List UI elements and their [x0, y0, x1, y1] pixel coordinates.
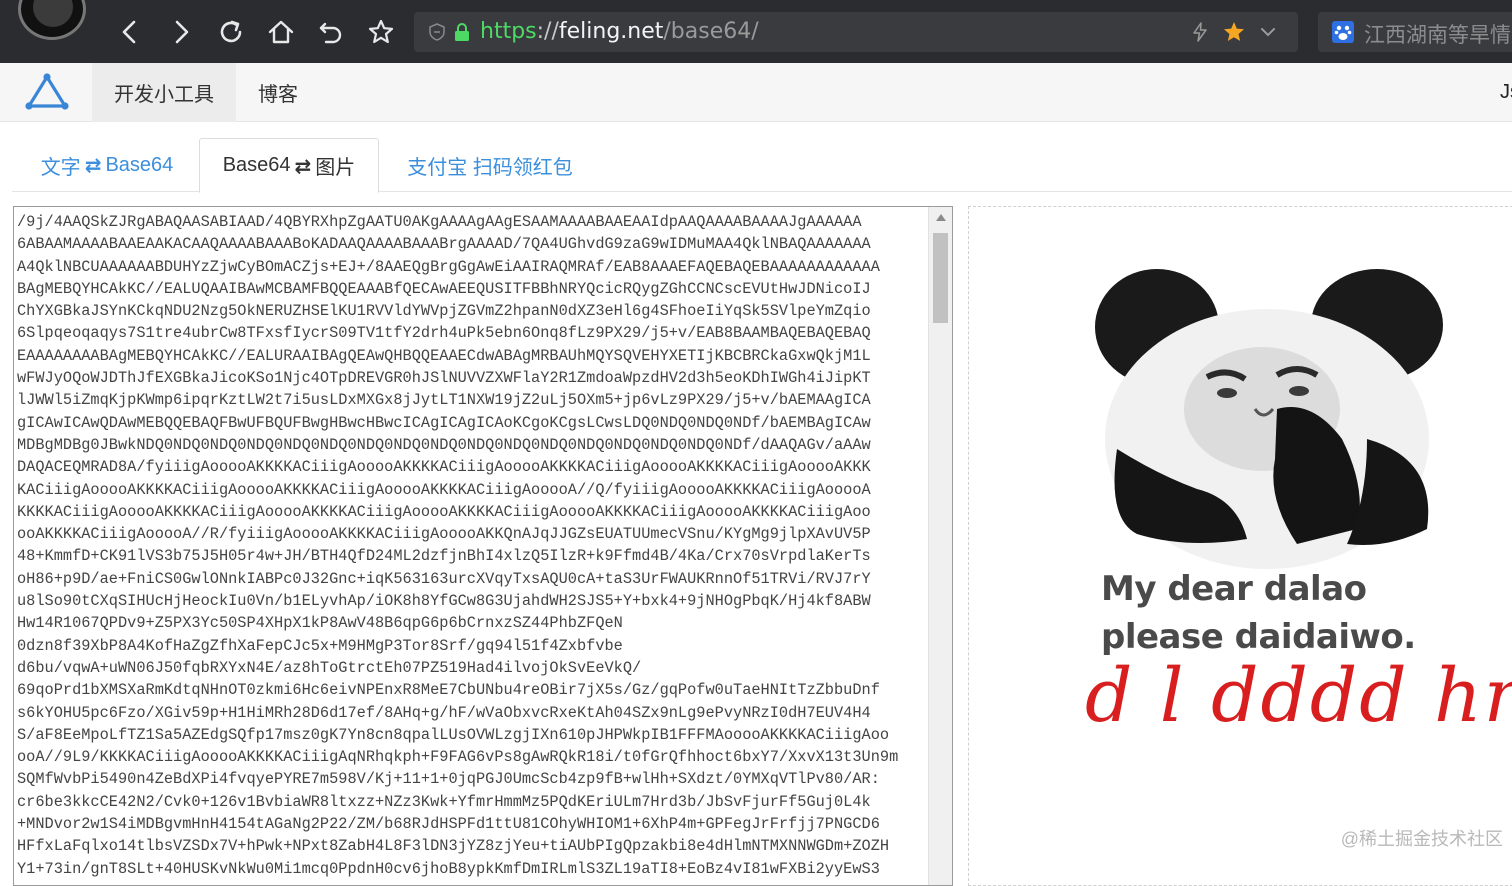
back-button[interactable] — [110, 12, 150, 52]
base64-line: gICAwICAwQDAwMEBQQEBAQFBwUFBQUFBwgHBwcHB… — [17, 413, 871, 432]
tab-label-2: Base64 — [105, 153, 174, 176]
tab-base64-to-image[interactable]: Base64 ⇄ 图片 — [199, 138, 379, 193]
meme-handwriting: d l dddd hm — [1085, 653, 1512, 739]
base64-line: 6ABAAMAAAABAAEAAKACAAQAAAABAAABoKADAAQAA… — [17, 235, 871, 254]
lightning-icon[interactable] — [1190, 22, 1210, 42]
image-preview: My dear dalao please daidaiwo. d l dddd … — [968, 206, 1512, 886]
browser-toolbar: https://feling.net/base64/ 江西湖南等旱情加 — [0, 0, 1512, 63]
baidu-paw-icon — [1332, 21, 1354, 43]
tab-alipay-red-packet[interactable]: 支付宝 扫码领红包 — [392, 138, 588, 192]
menu-blog[interactable]: 博客 — [236, 63, 320, 122]
back-arrow-icon — [122, 20, 136, 44]
site-logo-icon[interactable] — [24, 72, 70, 112]
base64-line: +MNDvor2w1S4iMDBgvmHnH4154tAGaNg2P22/ZM/… — [17, 815, 880, 834]
base64-line: /9j/4AAQSkZJRgABAQAASABIAAD/4QBYRXhpZgAA… — [17, 213, 862, 231]
url-path: /base64/ — [663, 19, 759, 44]
lock-icon[interactable] — [452, 22, 472, 42]
site-header: 开发小工具 博客 Js — [0, 63, 1512, 122]
base64-line: ooA//9L9/KKKKACiiigAooooAKKKKACiiigAqNRh… — [17, 748, 899, 767]
base64-line: SQMfWvbPi5490n4ZeBdXPi4fvqyePYRE7m598V/K… — [17, 770, 880, 789]
url-text[interactable]: https://feling.net/base64/ — [480, 19, 759, 45]
base64-line: MDBgMDBg0JBwkNDQ0NDQ0NDQ0NDQ0NDQ0NDQ0NDQ… — [17, 435, 871, 454]
scrollbar-thumb[interactable] — [933, 233, 948, 323]
base64-line: DAQACEQMRAD8A/fyiiigAooooAKKKKACiiigAooo… — [17, 458, 871, 477]
scroll-up-arrow-icon[interactable] — [936, 214, 946, 221]
home-button[interactable] — [261, 12, 301, 52]
base64-line: ChYXGBkaJSYnKCkqNDU2Nzg5OkNERUZHSElKU1RV… — [17, 302, 871, 321]
base64-line: Hw14R1067QPDv9+Z5PX3Yc50SP4XHpX1kP8AwV48… — [17, 614, 623, 633]
profile-avatar[interactable] — [18, 0, 86, 40]
juejin-watermark: @稀土掘金技术社区 — [1340, 829, 1503, 849]
tab-label: 支付宝 扫码领红包 — [407, 156, 573, 179]
menu-right-item[interactable]: Js — [1500, 81, 1512, 104]
base64-text-content[interactable]: /9j/4AAQSkZJRgABAQAASABIAAD/4QBYRXhpZgAA… — [17, 211, 925, 880]
textarea-scrollbar[interactable] — [928, 207, 952, 885]
base64-line: A4QklNBCUAAAAAABDUHYzZjwCyBOmACZjs+EJ+/8… — [17, 257, 880, 276]
base64-line: 48+KmmfD+CK91lVS3b75J5H05r4w+JH/BTH4QfD2… — [17, 547, 871, 566]
chevron-down-icon[interactable] — [1258, 22, 1278, 42]
base64-line: HFfxLaFqlxo14tlbsVZSDx7V+hPwk+NPxt8ZabH4… — [17, 837, 890, 856]
bookmark-button[interactable] — [361, 12, 401, 52]
forward-button[interactable] — [161, 12, 201, 52]
reload-icon — [220, 20, 242, 43]
url-separator: :// — [536, 19, 559, 44]
base64-line: 69qoPrd1bXMSXaRmKdtqNHnOT0zkmi6Hc6eivNPE… — [17, 681, 880, 700]
search-box[interactable]: 江西湖南等旱情加 — [1318, 12, 1512, 52]
base64-line: 0dzn8f39XbP8A4KofHaZgZfhXaFepCJc5x+M9HMg… — [17, 636, 623, 655]
menu-dev-tools[interactable]: 开发小工具 — [92, 63, 236, 122]
shield-icon[interactable] — [428, 23, 446, 41]
base64-line: ooAKKKKACiiigAooooA//R/fyiiigAooooAKKKKA… — [17, 525, 871, 544]
base64-line: S/aF8EeMpoLfTZ1Sa5AZEdgSQfp17msz0gK7Yn8c… — [17, 725, 890, 744]
address-bar[interactable]: https://feling.net/base64/ — [414, 12, 1298, 52]
undo-icon — [319, 22, 342, 44]
base64-line: KACiiigAooooAKKKKACiiigAooooAKKKKACiiigA… — [17, 480, 871, 499]
base64-line: 6Slpqeoqaqys7S1tre4ubrCw8TFxsfIycrS09TV1… — [17, 324, 871, 343]
base64-line: BAgMEBQYHCAkKC//EALUQAAIBAwMCBAMFBQQEAAA… — [17, 279, 871, 298]
menu-dev-tools-label: 开发小工具 — [114, 84, 214, 106]
tab-label: Base64 — [222, 154, 291, 176]
base64-line: wFWJyOQoWJDThJfEXGBkaJicoKSo1Njc4OTpDREV… — [17, 369, 871, 388]
base64-line: KKKKACiiigAooooAKKKKACiiigAooooAKKKKACii… — [17, 502, 871, 521]
base64-line: s6kYOHU5pc6Fzo/XGiv59p+H1HiMRh28D6d17ef/… — [17, 703, 871, 722]
meme-caption: My dear dalao please daidaiwo. — [1101, 569, 1416, 657]
tool-tabs: 文字 ⇄ Base64 Base64 ⇄ 图片 支付宝 扫码领红包 — [12, 138, 1512, 193]
base64-line: lJWWl5iZmqKjpKWmp6ipqrKztLW2t7i5usLDxMXG… — [17, 391, 871, 410]
base64-line: u8lSo90tCXqSIHUcHjHeockIu0Vn/b1ELyvhAp/i… — [17, 592, 871, 611]
base64-textarea[interactable]: /9j/4AAQSkZJRgABAQAASABIAAD/4QBYRXhpZgAA… — [13, 206, 953, 886]
base64-line: oH86+p9D/ae+FniCS0GwlONnkIABPc0J32Gnc+iq… — [17, 569, 871, 588]
base64-line: cr6be3kkcCE42N2/Cvk0+126v1BvbiaWR8ltxzz+… — [17, 792, 871, 811]
undo-close-tab-button[interactable] — [311, 12, 351, 52]
base64-line: d6bu/vqwA+uWN06J50fqbRXYxN4E/az8hToGtrct… — [17, 658, 642, 677]
forward-arrow-icon — [175, 20, 189, 44]
url-scheme: https — [480, 19, 537, 44]
menu-blog-label: 博客 — [258, 84, 298, 106]
tab-label: 文字 — [40, 156, 81, 179]
base64-line: Y1+73in/gnT8SLt+40HUSKvNkWu0Mi1mcq0PpdnH… — [17, 859, 880, 878]
search-suggestion-text: 江西湖南等旱情加 — [1364, 24, 1512, 47]
swap-arrows-icon: ⇄ — [294, 153, 312, 178]
swap-arrows-icon: ⇄ — [84, 153, 102, 177]
reload-button[interactable] — [211, 12, 251, 52]
home-icon — [268, 20, 294, 44]
star-outline-icon — [368, 19, 394, 44]
url-host: feling.net — [558, 19, 664, 44]
tab-text-to-base64[interactable]: 文字 ⇄ Base64 — [16, 138, 198, 192]
tab-label-2: 图片 — [315, 157, 356, 179]
star-filled-icon[interactable] — [1222, 20, 1246, 44]
base64-line: EAAAAAAAABAgMEBQYHCAkKC//EALURAAIBAgQEAw… — [17, 346, 871, 365]
